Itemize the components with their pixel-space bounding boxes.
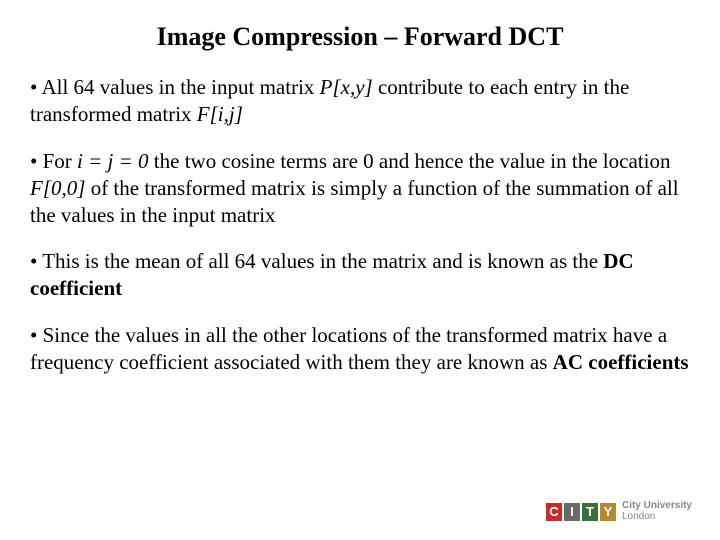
bullet-1-var-1: P[x,y] bbox=[320, 75, 373, 99]
bullet-4: • Since the values in all the other loca… bbox=[30, 322, 690, 376]
bullet-4-bold: AC coefficients bbox=[553, 350, 689, 374]
bullet-3-text-a: • This is the mean of all 64 values in t… bbox=[30, 249, 603, 273]
footer-logo: C I T Y City University London bbox=[546, 501, 692, 522]
university-name: City University London bbox=[622, 501, 692, 522]
bullet-2-var-2: F[0,0] bbox=[30, 176, 85, 200]
slide-title: Image Compression – Forward DCT bbox=[30, 22, 690, 52]
logo-letter-t: T bbox=[582, 503, 598, 521]
logo-letter-c: C bbox=[546, 503, 562, 521]
logo-letter-i: I bbox=[564, 503, 580, 521]
logo-letter-y: Y bbox=[600, 503, 616, 521]
bullet-1-var-2: F[i,j] bbox=[197, 102, 243, 126]
bullet-2-var-1: i = j = 0 bbox=[77, 149, 149, 173]
city-logo-icon: C I T Y bbox=[546, 503, 616, 521]
bullet-1-text-a: • All 64 values in the input matrix bbox=[30, 75, 320, 99]
bullet-3: • This is the mean of all 64 values in t… bbox=[30, 248, 690, 302]
bullet-2-text-b: the two cosine terms are 0 and hence the… bbox=[149, 149, 671, 173]
bullet-2-text-c: of the transformed matrix is simply a fu… bbox=[30, 176, 679, 227]
bullet-1: • All 64 values in the input matrix P[x,… bbox=[30, 74, 690, 128]
university-name-line1: City University bbox=[622, 501, 692, 512]
bullet-2: • For i = j = 0 the two cosine terms are… bbox=[30, 148, 690, 229]
bullet-2-text-a: • For bbox=[30, 149, 77, 173]
university-name-line2: London bbox=[622, 512, 692, 523]
